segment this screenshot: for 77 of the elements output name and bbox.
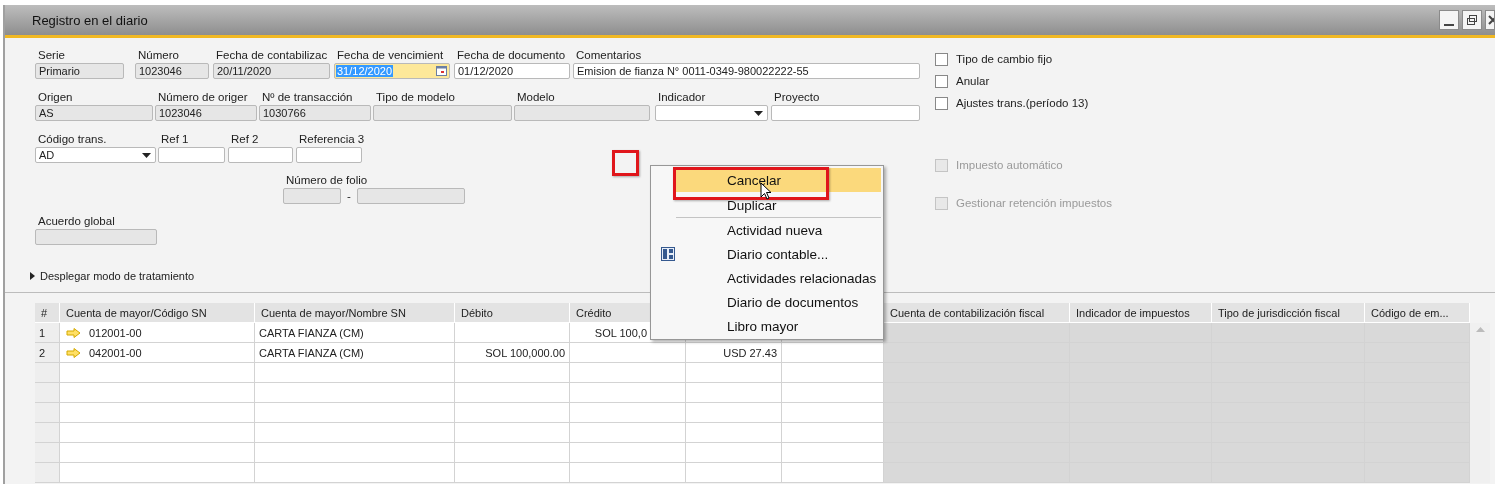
dropdown-field[interactable] xyxy=(655,105,768,121)
table-cell xyxy=(35,363,60,383)
field-label: Tipo de modelo xyxy=(375,90,456,105)
column-header[interactable]: Cuenta de mayor/Nombre SN xyxy=(255,303,455,323)
minimize-icon xyxy=(1444,23,1454,26)
column-header[interactable]: Cuenta de mayor/Código SN xyxy=(60,303,255,323)
minimize-button[interactable] xyxy=(1439,10,1459,30)
field-label: Nº de transacción xyxy=(261,90,354,105)
scroll-up-icon[interactable] xyxy=(1475,327,1485,332)
expand-triangle-icon[interactable] xyxy=(30,272,35,280)
checkbox-label: Anular xyxy=(956,75,990,87)
row-number: 1 xyxy=(35,323,60,343)
table-cell xyxy=(35,443,60,463)
field-label: Referencia 3 xyxy=(298,132,366,147)
input-field[interactable]: 01/12/2020 xyxy=(454,63,570,79)
journal-icon xyxy=(661,247,675,261)
table-cell xyxy=(35,383,60,403)
window-title: Registro en el diario xyxy=(32,12,149,28)
checkbox-label: Ajustes trans.(período 13) xyxy=(956,97,1089,109)
field-label: Número xyxy=(137,48,180,63)
field-label: Origen xyxy=(37,90,74,105)
close-button[interactable] xyxy=(1485,10,1495,30)
row-number: 2 xyxy=(35,343,60,363)
field-label: Ref 1 xyxy=(160,132,190,147)
table-cell xyxy=(35,423,60,443)
highlight-frame xyxy=(612,150,639,176)
field-label: Código trans. xyxy=(37,132,108,147)
link-arrow-icon[interactable] xyxy=(66,347,81,358)
field-label: Modelo xyxy=(516,90,556,105)
close-icon xyxy=(1488,14,1494,26)
restore-icon xyxy=(1466,14,1478,26)
field-label: Fecha de documento xyxy=(456,48,567,63)
field-label: Número de folio xyxy=(285,173,368,188)
input-field[interactable]: Emision de fianza N° 0011-0349-980022222-55 xyxy=(573,63,920,79)
field-label: Acuerdo global xyxy=(37,214,116,229)
checkbox[interactable] xyxy=(935,74,948,88)
checkbox-label: Gestionar retención impuestos xyxy=(956,197,1112,209)
cell-text: 042001-00 xyxy=(89,346,142,359)
input-field[interactable] xyxy=(228,147,293,163)
field-label: Fecha de vencimient xyxy=(336,48,445,63)
field-label: Indicador xyxy=(657,90,707,105)
table-cell: SOL 100,000.00 xyxy=(455,343,570,363)
field-label: Proyecto xyxy=(773,90,821,105)
input-field[interactable] xyxy=(283,188,341,204)
column-header[interactable]: Débito xyxy=(455,303,570,323)
expander-label[interactable]: Desplegar modo de tratamiento xyxy=(40,270,195,282)
caret-icon xyxy=(142,153,151,158)
menu-item[interactable]: Actividad nueva xyxy=(676,218,881,242)
column-header[interactable]: # xyxy=(35,303,60,323)
restore-button[interactable] xyxy=(1462,10,1482,30)
field-label: Fecha de contabilizac xyxy=(215,48,329,63)
field-label: Serie xyxy=(37,48,66,63)
table-cell: CARTA FIANZA (CM) xyxy=(255,343,455,363)
input-field[interactable] xyxy=(158,147,225,163)
table-cell: USD 27.43 xyxy=(686,343,782,363)
menu-item[interactable]: Cancelar xyxy=(676,168,881,192)
link-arrow-icon[interactable] xyxy=(66,327,81,338)
field-label: Ref 2 xyxy=(230,132,260,147)
input-field[interactable] xyxy=(771,105,920,121)
field-label: Comentarios xyxy=(575,48,643,63)
menu-item[interactable]: Actividades relacionadas xyxy=(676,266,881,290)
checkbox[interactable] xyxy=(935,52,948,66)
calendar-icon[interactable] xyxy=(436,66,447,76)
checkbox[interactable] xyxy=(935,96,948,110)
table-cell: CARTA FIANZA (CM) xyxy=(255,323,455,343)
input-field[interactable] xyxy=(356,188,465,204)
cell-text: 012001-00 xyxy=(89,326,142,339)
checkbox-label: Impuesto automático xyxy=(956,159,1063,171)
menu-item[interactable]: Diario contable... xyxy=(676,242,881,266)
checkbox-label: Tipo de cambio fijo xyxy=(956,53,1053,65)
caret-icon xyxy=(754,111,763,116)
range-separator: - xyxy=(347,190,351,202)
table-cell xyxy=(35,403,60,423)
field-label: Número de origer xyxy=(157,90,249,105)
input-field[interactable] xyxy=(35,229,157,245)
dropdown-field[interactable]: AD xyxy=(35,147,156,163)
input-field[interactable] xyxy=(296,147,362,163)
